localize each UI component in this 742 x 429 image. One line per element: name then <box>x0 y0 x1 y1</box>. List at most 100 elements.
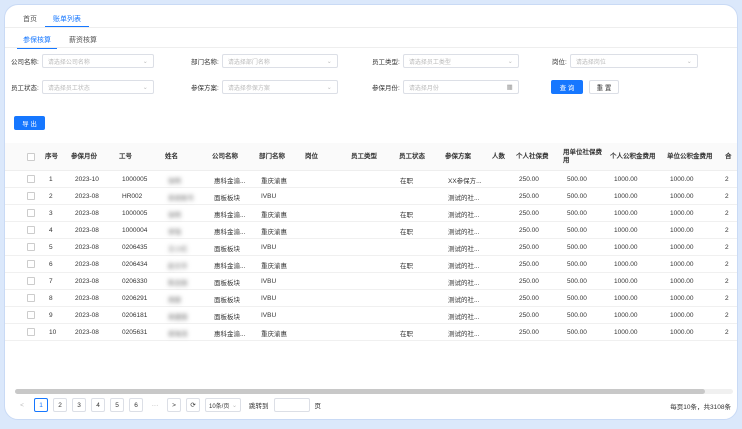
row-checkbox[interactable] <box>27 294 35 302</box>
cell-status: 在职 <box>400 211 413 219</box>
table-row[interactable]: 10 2023-08 0205631 郑海涛 惠科金渝... 重庆渝惠 在职 测试的社... 2… <box>5 324 737 341</box>
cell-p-hf: 1000.00 <box>614 244 638 251</box>
dept-select[interactable]: 请选择部门名称 ⌄ <box>221 54 338 68</box>
total-count: 每页10条，共3108条 <box>670 404 731 411</box>
cell-id: 0206181 <box>122 312 148 319</box>
post-select[interactable]: 请选择岗位 ⌄ <box>569 54 698 68</box>
cell-c-ss: 500.00 <box>567 278 587 285</box>
cell-scheme: 测试的社... <box>448 211 480 219</box>
page-5[interactable]: 5 <box>110 398 124 412</box>
table-row[interactable]: 6 2023-08 0206434 赵文华 惠科金渝... 重庆渝惠 在职 测试的社... 25… <box>5 256 737 273</box>
table-row[interactable]: 2 2023-08 HR002 系统账号 面板板块 IVBU 测试的社... 250.00 50… <box>5 188 737 205</box>
cell-last: 2 <box>725 193 729 200</box>
company-select[interactable]: 请选择公司名称 ⌄ <box>41 54 154 68</box>
cell-last: 2 <box>725 278 729 285</box>
reset-button[interactable]: 重 置 <box>589 80 619 94</box>
page-1[interactable]: 1 <box>34 398 48 412</box>
cell-id: HR002 <box>122 193 143 200</box>
col-personal-ss: 个人社保费 <box>516 153 549 160</box>
row-checkbox[interactable] <box>27 260 35 268</box>
table-row[interactable]: 9 2023-08 0206181 吴建国 面板板块 IVBU 测试的社... 250.00 5… <box>5 307 737 324</box>
scheme-select[interactable]: 请选择参保方案 ⌄ <box>221 80 338 94</box>
filter-post-label: 岗位: <box>552 59 567 66</box>
page-2[interactable]: 2 <box>53 398 67 412</box>
select-all-checkbox[interactable] <box>27 153 35 161</box>
cell-name: 吴建国 <box>168 313 188 321</box>
row-checkbox[interactable] <box>27 328 35 336</box>
filter-month-label: 参保月份: <box>372 85 400 92</box>
goto-page-input[interactable] <box>273 398 310 412</box>
cell-no: 8 <box>49 295 53 302</box>
cell-p-hf: 1000.00 <box>614 295 638 302</box>
row-checkbox[interactable] <box>27 175 35 183</box>
page-4[interactable]: 4 <box>91 398 105 412</box>
horizontal-scrollbar-thumb[interactable] <box>15 389 705 394</box>
cell-p-ss: 250.00 <box>519 261 539 268</box>
cell-company: 面板板块 <box>214 245 240 253</box>
cell-no: 2 <box>49 193 53 200</box>
cell-p-hf: 1000.00 <box>614 176 638 183</box>
next-page-button[interactable]: > <box>167 398 181 412</box>
row-checkbox[interactable] <box>27 192 35 200</box>
cell-last: 2 <box>725 261 729 268</box>
table-row[interactable]: 8 2023-08 0206291 周丽 面板板块 IVBU 测试的社... 250.00 50… <box>5 290 737 307</box>
cell-name: 周丽 <box>168 296 181 304</box>
cell-name: 张明 <box>168 211 181 219</box>
company-select-placeholder: 请选择公司名称 <box>47 59 90 66</box>
filter-month: 参保月份: 请选择月份 ▦ <box>372 80 519 94</box>
month-picker-placeholder: 请选择月份 <box>408 85 439 92</box>
cell-scheme: XX参保方... <box>448 177 482 185</box>
filter-company: 公司名称: 请选择公司名称 ⌄ <box>11 54 154 68</box>
cell-no: 1 <box>49 176 53 183</box>
row-checkbox[interactable] <box>27 209 35 217</box>
cell-c-ss: 500.00 <box>567 329 587 336</box>
cell-c-hf: 1000.00 <box>670 244 694 251</box>
emp-status-select[interactable]: 请选择员工状态 ⌄ <box>41 80 154 94</box>
row-checkbox[interactable] <box>27 277 35 285</box>
table-row[interactable]: 7 2023-08 0206330 陈志刚 面板板块 IVBU 测试的社... 250.00 5… <box>5 273 737 290</box>
month-picker[interactable]: 请选择月份 ▦ <box>402 80 519 94</box>
cell-id: 0206434 <box>122 261 148 268</box>
goto-label: 跳转到 <box>249 403 269 410</box>
page-size-value: 10条/页 <box>209 403 230 410</box>
cell-scheme: 测试的社... <box>448 279 480 287</box>
table-row[interactable]: 4 2023-08 1000004 李强 惠科金渝... 重庆渝惠 在职 测试的社... 250… <box>5 222 737 239</box>
emp-type-select[interactable]: 请选择员工类型 ⌄ <box>402 54 519 68</box>
row-checkbox[interactable] <box>27 226 35 234</box>
emp-status-select-placeholder: 请选择员工状态 <box>47 85 90 92</box>
table-row[interactable]: 5 2023-08 0206435 王小红 面板板块 IVBU 测试的社... 250.00 5… <box>5 239 737 256</box>
goto-suffix: 页 <box>314 403 322 410</box>
prev-page-button[interactable]: < <box>15 398 29 412</box>
row-checkbox[interactable] <box>27 243 35 251</box>
cell-p-hf: 1000.00 <box>614 312 638 319</box>
cell-no: 9 <box>49 312 53 319</box>
cell-no: 7 <box>49 278 53 285</box>
col-no: 序号 <box>45 153 58 160</box>
tab-bill-list[interactable]: 账单列表 <box>45 11 89 27</box>
table-row[interactable]: 1 2023-10 1000005 张明 惠科金渝... 重庆渝惠 在职 XX参保方... 25… <box>5 171 737 188</box>
col-company-ss: 用单位社保费用 <box>563 149 602 164</box>
row-checkbox[interactable] <box>27 311 35 319</box>
cell-c-ss: 500.00 <box>567 193 587 200</box>
page-size-select[interactable]: 10条/页 ⌄ <box>205 398 241 412</box>
cell-id: 1000004 <box>122 227 148 234</box>
cell-id: 0205631 <box>122 329 148 336</box>
export-button[interactable]: 导 出 <box>14 116 45 130</box>
cell-dept: IVBU <box>261 193 277 200</box>
refresh-icon[interactable]: ⟳ <box>186 398 200 412</box>
cell-dept: IVBU <box>261 244 277 251</box>
cell-p-ss: 250.00 <box>519 312 539 319</box>
page-3[interactable]: 3 <box>72 398 86 412</box>
cell-company: 惠科金渝... <box>214 177 246 185</box>
page-6[interactable]: 6 <box>129 398 143 412</box>
cell-c-hf: 1000.00 <box>670 193 694 200</box>
cell-p-ss: 250.00 <box>519 227 539 234</box>
table-row[interactable]: 3 2023-08 1000005 张明 惠科金渝... 重庆渝惠 在职 测试的社... 250… <box>5 205 737 222</box>
cell-c-hf: 1000.00 <box>670 295 694 302</box>
query-button[interactable]: 查 询 <box>551 80 583 94</box>
more-pages-ellipsis[interactable]: ··· <box>148 398 162 412</box>
cell-id: 1000005 <box>122 210 148 217</box>
cell-c-ss: 500.00 <box>567 227 587 234</box>
tab-home[interactable]: 首页 <box>15 11 45 27</box>
cell-p-ss: 250.00 <box>519 193 539 200</box>
